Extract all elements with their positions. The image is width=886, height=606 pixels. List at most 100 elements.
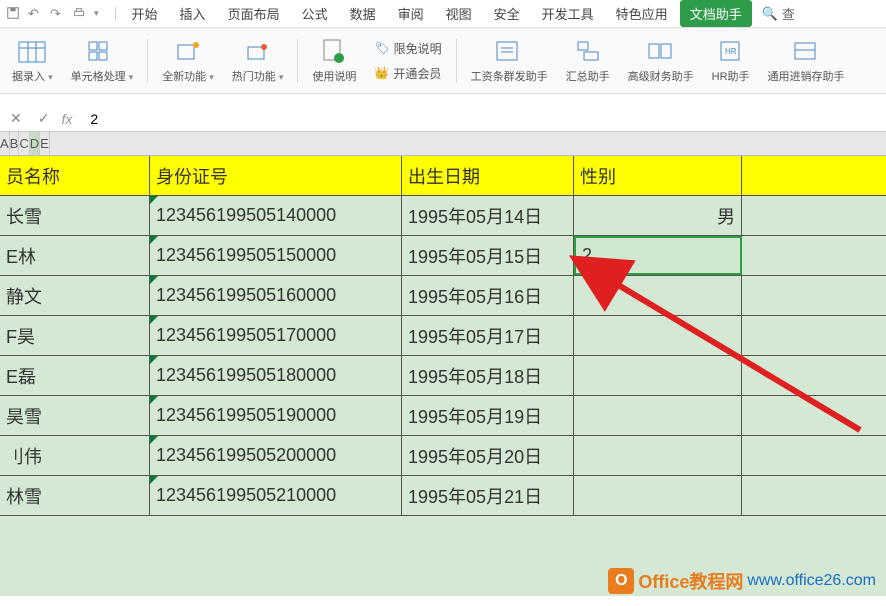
- cell[interactable]: 1995年05月20日: [402, 436, 574, 475]
- ribbon-vip[interactable]: 👑 开通会员: [368, 63, 447, 84]
- table-row: E林1234561995051500001995年05月15日2: [0, 236, 886, 276]
- cell[interactable]: 1995年05月15日: [402, 236, 574, 275]
- tab-review[interactable]: 审阅: [388, 0, 434, 27]
- summary-icon: [573, 38, 603, 66]
- ribbon-hot-features[interactable]: 热门功能 ▾: [226, 36, 290, 86]
- cell[interactable]: [574, 396, 742, 435]
- ribbon-cell-handle[interactable]: 单元格处理 ▾: [65, 36, 140, 86]
- ribbon-new-features[interactable]: 全新功能 ▾: [156, 36, 220, 86]
- tab-view[interactable]: 视图: [436, 0, 482, 27]
- search-icon: 🔍: [762, 6, 778, 22]
- formula-bar: ✕ ✓ fx: [0, 106, 886, 132]
- search-area[interactable]: 🔍 查: [762, 4, 795, 23]
- redo-icon[interactable]: ↷: [50, 6, 66, 22]
- tab-security[interactable]: 安全: [484, 0, 530, 27]
- col-header-a[interactable]: A: [0, 132, 10, 155]
- spreadsheet[interactable]: A B C D E 员名称 身份证号 出生日期 性别 长雪12345619950…: [0, 132, 886, 596]
- cell[interactable]: [574, 276, 742, 315]
- ribbon-usage[interactable]: 使用说明: [306, 36, 362, 86]
- col-header-e[interactable]: E: [40, 132, 50, 155]
- tab-devtools[interactable]: 开发工具: [532, 0, 604, 27]
- cell[interactable]: 1995年05月14日: [402, 196, 574, 235]
- tab-start[interactable]: 开始: [122, 0, 168, 27]
- cell[interactable]: [742, 356, 886, 395]
- cell[interactable]: [742, 436, 886, 475]
- fx-icon[interactable]: fx: [61, 111, 72, 127]
- ribbon-hr[interactable]: HR HR助手: [706, 36, 756, 86]
- cell[interactable]: 1995年05月17日: [402, 316, 574, 355]
- cell[interactable]: 123456199505150000: [150, 236, 402, 275]
- tag-icon: 🏷: [374, 41, 389, 55]
- col-header-b[interactable]: B: [10, 132, 20, 155]
- tab-formula[interactable]: 公式: [292, 0, 338, 27]
- payslip-icon: [494, 38, 524, 66]
- cell[interactable]: 123456199505200000: [150, 436, 402, 475]
- tab-dochelper[interactable]: 文档助手: [680, 0, 752, 27]
- cell[interactable]: 2: [574, 236, 742, 275]
- cell[interactable]: E磊: [0, 356, 150, 395]
- ribbon-summary[interactable]: 汇总助手: [560, 36, 616, 86]
- cell[interactable]: 1995年05月21日: [402, 476, 574, 515]
- col-header-c[interactable]: C: [19, 132, 29, 155]
- quick-access-toolbar: ↶ ↷ ▾: [6, 6, 99, 22]
- cell[interactable]: 1995年05月16日: [402, 276, 574, 315]
- cell[interactable]: [742, 196, 886, 235]
- cell[interactable]: 1995年05月19日: [402, 396, 574, 435]
- tab-special[interactable]: 特色应用: [606, 0, 678, 27]
- cell[interactable]: 长雪: [0, 196, 150, 235]
- cell[interactable]: [574, 316, 742, 355]
- header-id[interactable]: 身份证号: [150, 156, 402, 195]
- cell[interactable]: 123456199505190000: [150, 396, 402, 435]
- ribbon-free-info[interactable]: 🏷 限免说明: [368, 38, 447, 59]
- cell[interactable]: 1995年05月18日: [402, 356, 574, 395]
- grid[interactable]: 员名称 身份证号 出生日期 性别 长雪123456199505140000199…: [0, 156, 886, 516]
- cell[interactable]: [574, 356, 742, 395]
- header-gender[interactable]: 性别: [574, 156, 742, 195]
- cell[interactable]: F昊: [0, 316, 150, 355]
- watermark-url: www.office26.com: [747, 572, 876, 590]
- tab-insert[interactable]: 插入: [170, 0, 216, 27]
- save-icon[interactable]: [6, 6, 22, 22]
- cell[interactable]: 静文: [0, 276, 150, 315]
- cell[interactable]: [742, 276, 886, 315]
- cell[interactable]: 123456199505170000: [150, 316, 402, 355]
- svg-text:HR: HR: [725, 47, 737, 56]
- ribbon-finance[interactable]: 高级财务助手: [622, 36, 700, 86]
- cell[interactable]: 123456199505140000: [150, 196, 402, 235]
- cell[interactable]: [742, 476, 886, 515]
- ribbon-content: 据录入 ▾ 单元格处理 ▾ 全新功能 ▾ 热门功能 ▾ 使用说明 🏷 限免说明 …: [0, 28, 886, 94]
- cell[interactable]: E林: [0, 236, 150, 275]
- fire-icon: [243, 38, 273, 66]
- cell[interactable]: 123456199505160000: [150, 276, 402, 315]
- ribbon-inventory[interactable]: 通用进销存助手: [762, 36, 851, 86]
- cell[interactable]: [742, 316, 886, 355]
- table-row: 林雪1234561995052100001995年05月21日: [0, 476, 886, 516]
- watermark: O Office教程网 www.office26.com: [608, 568, 876, 594]
- cell[interactable]: [574, 436, 742, 475]
- cell[interactable]: [742, 396, 886, 435]
- table-row: 长雪1234561995051400001995年05月14日男: [0, 196, 886, 236]
- cell[interactable]: [574, 476, 742, 515]
- print-icon[interactable]: [72, 6, 88, 22]
- formula-confirm-button[interactable]: ✓: [34, 110, 54, 127]
- tab-data[interactable]: 数据: [340, 0, 386, 27]
- cell[interactable]: [742, 236, 886, 275]
- cell[interactable]: 123456199505210000: [150, 476, 402, 515]
- grid-icon: [87, 38, 117, 66]
- undo-icon[interactable]: ↶: [28, 6, 44, 22]
- cell[interactable]: 刂伟: [0, 436, 150, 475]
- ribbon-data-entry[interactable]: 据录入 ▾: [6, 36, 59, 86]
- formula-input[interactable]: [80, 111, 880, 127]
- header-name[interactable]: 员名称: [0, 156, 150, 195]
- header-empty[interactable]: [742, 156, 886, 195]
- col-header-d[interactable]: D: [30, 132, 40, 155]
- ribbon-payslip[interactable]: 工资条群发助手: [465, 36, 554, 86]
- cell[interactable]: 123456199505180000: [150, 356, 402, 395]
- table-row: E磊1234561995051800001995年05月18日: [0, 356, 886, 396]
- formula-cancel-button[interactable]: ✕: [6, 110, 26, 127]
- cell[interactable]: 昊雪: [0, 396, 150, 435]
- cell[interactable]: 男: [574, 196, 742, 235]
- cell[interactable]: 林雪: [0, 476, 150, 515]
- header-birth[interactable]: 出生日期: [402, 156, 574, 195]
- tab-pagelayout[interactable]: 页面布局: [218, 0, 290, 27]
